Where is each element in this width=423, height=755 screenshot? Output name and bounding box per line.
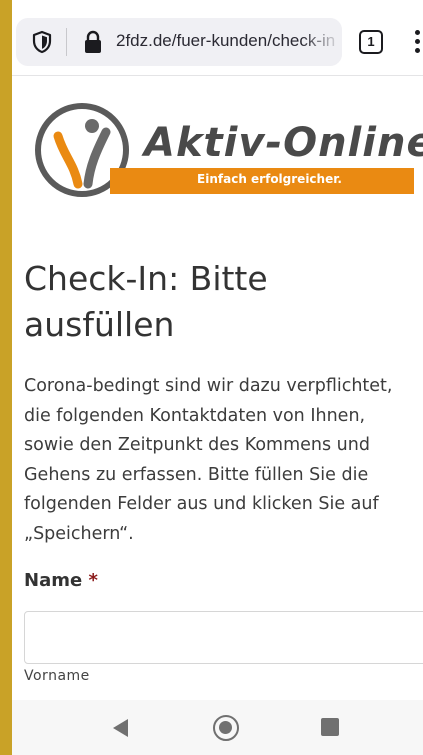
logo-slogan: Einfach erfolgreicher. xyxy=(197,172,342,186)
logo-wordmark: Aktiv-Online xyxy=(144,120,423,166)
logo-slogan-band: Einfach erfolgreicher. xyxy=(110,168,414,194)
back-icon[interactable] xyxy=(110,717,130,739)
tabs-icon[interactable]: 1 xyxy=(359,30,383,54)
url-fade xyxy=(302,18,342,66)
shield-icon[interactable] xyxy=(30,30,54,54)
home-icon[interactable] xyxy=(213,715,239,741)
recents-icon[interactable] xyxy=(321,718,339,736)
phone-screen: 2fdz.de/fuer-kunden/check-in 1 Einfach e… xyxy=(12,0,423,755)
menu-icon[interactable] xyxy=(415,30,423,54)
system-navigation-bar xyxy=(12,700,423,755)
address-bar[interactable]: 2fdz.de/fuer-kunden/check-in xyxy=(16,18,342,66)
browser-toolbar: 2fdz.de/fuer-kunden/check-in 1 xyxy=(12,0,423,82)
name-label-text: Name xyxy=(24,570,83,591)
required-asterisk: * xyxy=(88,570,98,591)
intro-text: Corona-bedingt sind wir dazu verpflichte… xyxy=(24,376,393,544)
first-name-sublabel: Vorname xyxy=(24,668,90,684)
name-field-label: Name * xyxy=(24,570,98,591)
page-title: Check-In: Bitte ausfüllen xyxy=(24,259,268,344)
lock-icon[interactable] xyxy=(82,30,104,54)
site-logo[interactable]: Einfach erfolgreicher. Aktiv-Online xyxy=(34,102,423,202)
first-name-input[interactable] xyxy=(24,611,423,664)
address-bar-divider xyxy=(66,28,67,56)
toolbar-divider xyxy=(12,75,423,76)
